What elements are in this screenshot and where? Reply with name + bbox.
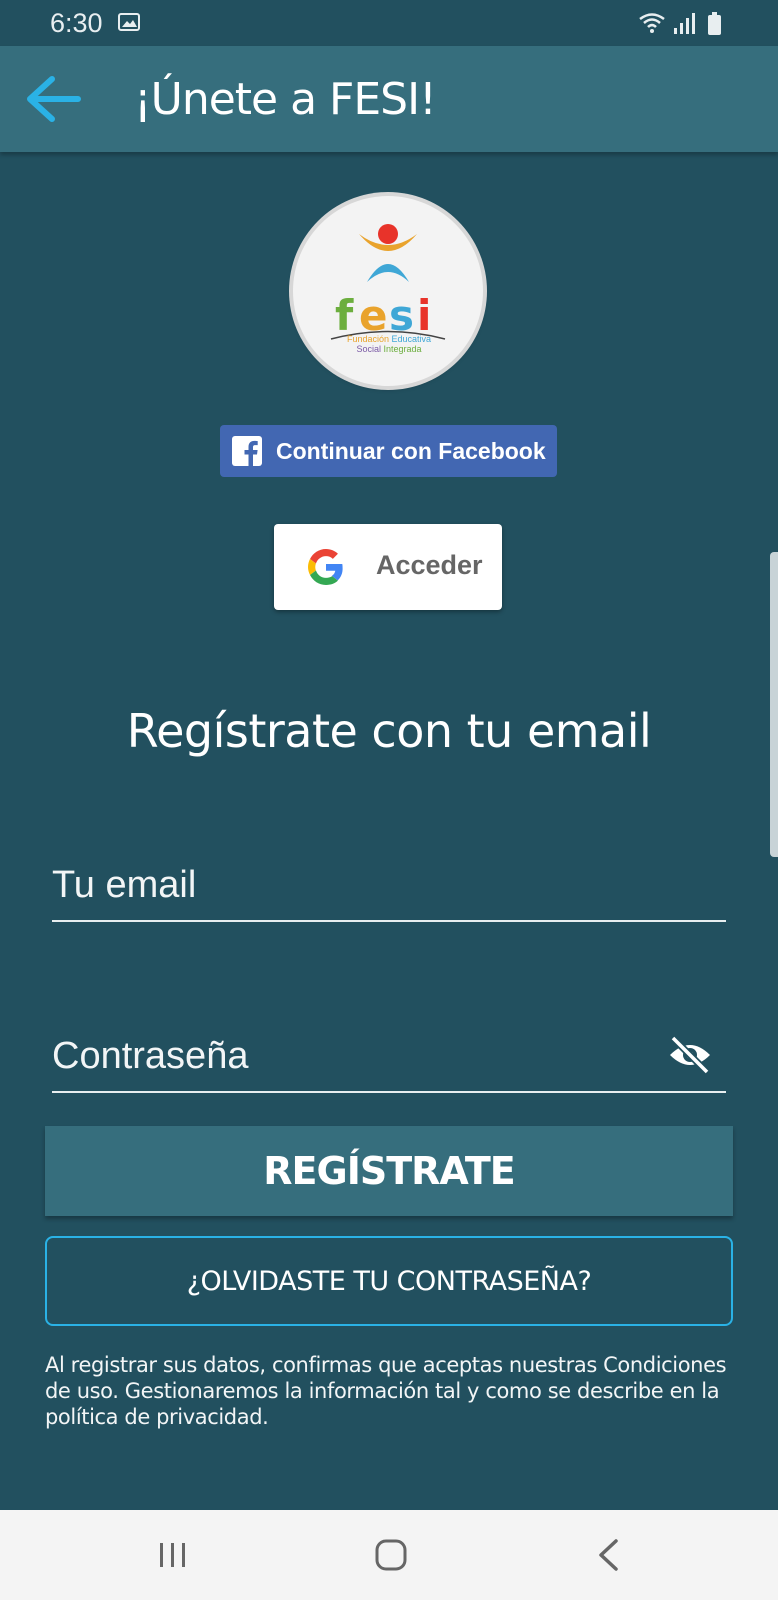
- register-button[interactable]: REGÍSTRATE: [45, 1126, 733, 1216]
- google-icon: [308, 549, 343, 585]
- recent-apps-icon[interactable]: [158, 1542, 188, 1568]
- status-icons: [639, 12, 721, 35]
- signal-icon: [674, 13, 695, 34]
- page-title: ¡Únete a FESI!: [134, 74, 437, 125]
- wifi-icon: [639, 13, 665, 33]
- toggle-password-visibility-icon[interactable]: [668, 1035, 712, 1075]
- svg-text:i: i: [417, 291, 431, 340]
- home-icon[interactable]: [374, 1538, 408, 1572]
- app-bar: ¡Únete a FESI!: [0, 46, 778, 152]
- logo-tagline: Fundación Educativa Social Integrada: [339, 334, 439, 354]
- logo-tagline-word: Social: [356, 344, 381, 354]
- password-placeholder: Contraseña: [52, 1035, 249, 1077]
- email-field[interactable]: Tu email: [52, 850, 726, 922]
- scrollbar-handle[interactable]: [770, 552, 778, 857]
- google-signin-button[interactable]: Acceder: [274, 524, 502, 610]
- google-signin-label: Acceder: [376, 550, 483, 580]
- logo-tagline-word: Fundación: [346, 334, 389, 344]
- forgot-password-button[interactable]: ¿OLVIDASTE TU CONTRASEÑA?: [45, 1236, 733, 1326]
- gallery-notification-icon: [118, 13, 140, 31]
- facebook-icon: [232, 436, 262, 466]
- register-button-label: REGÍSTRATE: [263, 1149, 515, 1193]
- facebook-login-button[interactable]: Continuar con Facebook: [220, 425, 557, 477]
- svg-text:f: f: [335, 291, 354, 340]
- battery-icon: [708, 12, 721, 35]
- forgot-password-label: ¿OLVIDASTE TU CONTRASEÑA?: [186, 1265, 592, 1297]
- password-field[interactable]: Contraseña: [52, 1021, 726, 1093]
- status-time: 6:30: [50, 8, 103, 38]
- back-arrow-icon[interactable]: [24, 74, 82, 124]
- facebook-login-label: Continuar con Facebook: [276, 437, 546, 464]
- email-placeholder: Tu email: [52, 864, 197, 906]
- fesi-logo-mark: f e s i: [330, 224, 446, 340]
- logo-tagline-word: Educativa: [391, 334, 432, 344]
- terms-text: Al registrar sus datos, confirmas que ac…: [45, 1353, 727, 1429]
- logo-tagline-word: Integrada: [383, 344, 422, 354]
- status-bar: 6:30: [0, 0, 778, 46]
- system-back-icon[interactable]: [596, 1538, 620, 1572]
- fesi-logo: f e s i Fundación Educativa Social Integ…: [293, 196, 483, 386]
- system-nav-bar: [0, 1510, 778, 1600]
- register-heading: Regístrate con tu email: [126, 704, 652, 758]
